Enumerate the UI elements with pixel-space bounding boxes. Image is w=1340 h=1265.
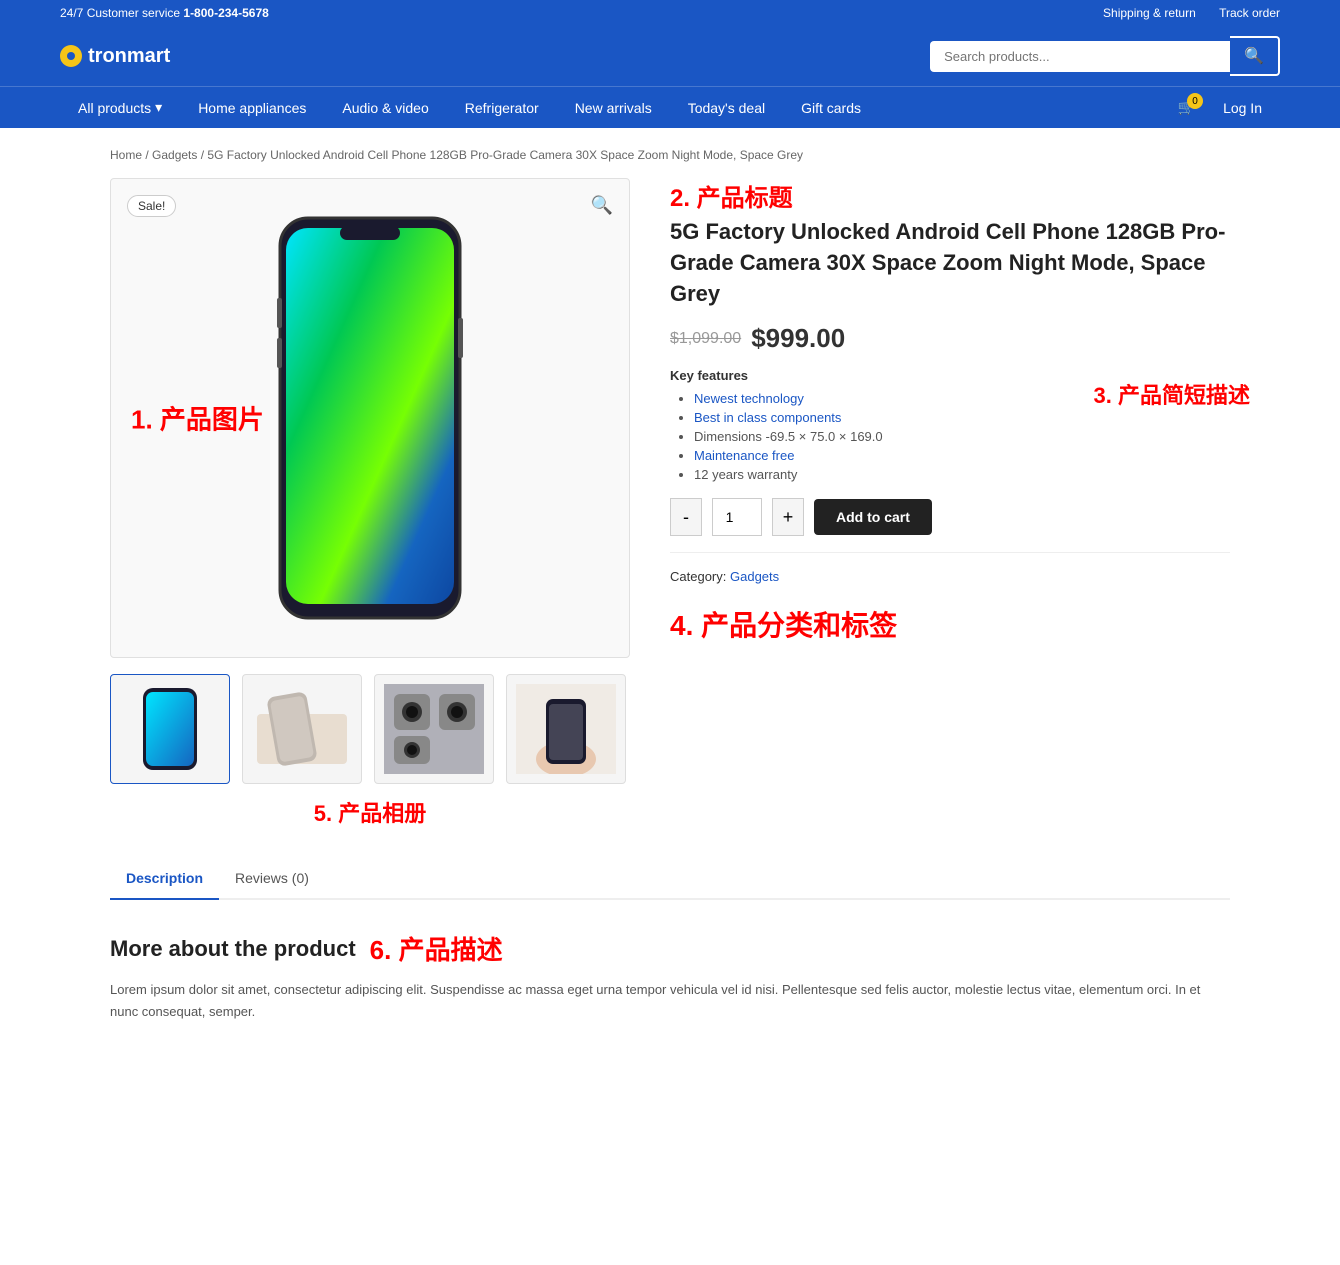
annotation-1: 1. 产品图片 xyxy=(131,400,264,437)
category-link[interactable]: Gadgets xyxy=(730,569,779,584)
feature-item-4: 12 years warranty xyxy=(694,467,1230,482)
nav-item-refrigerator[interactable]: Refrigerator xyxy=(447,88,557,128)
gallery-thumb-3[interactable] xyxy=(374,674,494,784)
cart-row: - + Add to cart xyxy=(670,498,1230,536)
annotation-5: 5. 产品相册 xyxy=(110,796,630,828)
tab-description[interactable]: Description xyxy=(110,858,219,900)
main-image-container: Sale! 🔍 1. 产品图片 xyxy=(110,178,630,658)
logo[interactable]: tronmart xyxy=(60,45,170,68)
header: tronmart 🔍 xyxy=(0,26,1340,86)
main-nav: All products ▾ Home appliances Audio & v… xyxy=(0,86,1340,128)
search-input[interactable] xyxy=(930,41,1230,72)
feature-item-3: Maintenance free xyxy=(694,448,1230,463)
tab-reviews[interactable]: Reviews (0) xyxy=(219,858,325,898)
top-bar: 24/7 Customer service 1-800-234-5678 Shi… xyxy=(0,0,1340,26)
description-section: More about the product 6. 产品描述 Lorem ips… xyxy=(110,920,1230,1053)
product-title: 5G Factory Unlocked Android Cell Phone 1… xyxy=(670,217,1230,309)
product-layout: Sale! 🔍 1. 产品图片 xyxy=(110,178,1230,828)
search-bar: 🔍 xyxy=(930,36,1280,76)
nav-item-audio-video[interactable]: Audio & video xyxy=(324,88,446,128)
chevron-down-icon: ▾ xyxy=(155,99,162,116)
nav-item-all-products[interactable]: All products ▾ xyxy=(60,87,180,128)
main-content: Home / Gadgets / 5G Factory Unlocked And… xyxy=(70,128,1270,1073)
product-images: Sale! 🔍 1. 产品图片 xyxy=(110,178,630,828)
shipping-return-link[interactable]: Shipping & return xyxy=(1103,6,1196,20)
new-price: $999.00 xyxy=(751,323,845,354)
tabs-row: Description Reviews (0) xyxy=(110,858,1230,900)
quantity-increase-button[interactable]: + xyxy=(772,498,804,536)
product-gallery xyxy=(110,674,630,784)
breadcrumb-home[interactable]: Home xyxy=(110,148,142,162)
cart-badge: 0 xyxy=(1187,93,1203,109)
search-button[interactable]: 🔍 xyxy=(1230,36,1280,76)
product-info: 2. 产品标题 5G Factory Unlocked Android Cell… xyxy=(670,178,1230,644)
nav-item-home-appliances[interactable]: Home appliances xyxy=(180,88,324,128)
description-title: More about the product 6. 产品描述 xyxy=(110,930,1230,967)
product-main-image xyxy=(260,208,480,628)
sale-badge: Sale! xyxy=(127,195,176,217)
annotation-4: 4. 产品分类和标签 xyxy=(670,604,1230,644)
gallery-thumb-1[interactable] xyxy=(110,674,230,784)
price-wrap: $1,099.00 $999.00 xyxy=(670,323,1230,354)
gallery-thumb-2[interactable] xyxy=(242,674,362,784)
breadcrumb: Home / Gadgets / 5G Factory Unlocked And… xyxy=(110,148,1230,162)
top-links: Shipping & return Track order xyxy=(1083,6,1280,20)
nav-item-todays-deal[interactable]: Today's deal xyxy=(670,88,783,128)
old-price: $1,099.00 xyxy=(670,330,741,348)
login-button[interactable]: Log In xyxy=(1205,88,1280,128)
feature-item-1: Best in class components xyxy=(694,410,1230,425)
breadcrumb-gadgets[interactable]: Gadgets xyxy=(152,148,197,162)
feature-item-2: Dimensions -69.5 × 75.0 × 169.0 xyxy=(694,429,1230,444)
logo-text: tronmart xyxy=(88,45,170,68)
add-to-cart-button[interactable]: Add to cart xyxy=(814,499,932,535)
zoom-icon[interactable]: 🔍 xyxy=(591,195,613,216)
description-text: Lorem ipsum dolor sit amet, consectetur … xyxy=(110,979,1230,1023)
annotation-3: 3. 产品简短描述 xyxy=(1094,378,1250,410)
quantity-decrease-button[interactable]: - xyxy=(670,498,702,536)
nav-item-new-arrivals[interactable]: New arrivals xyxy=(557,88,670,128)
logo-icon xyxy=(60,45,82,67)
customer-service: 24/7 Customer service 1-800-234-5678 xyxy=(60,6,269,20)
cart-icon[interactable]: 🛒 0 xyxy=(1168,87,1205,128)
gallery-thumb-4[interactable] xyxy=(506,674,626,784)
annotation-2: 2. 产品标题 xyxy=(670,178,1230,213)
quantity-input[interactable] xyxy=(712,498,762,536)
annotation-6: 6. 产品描述 xyxy=(370,930,503,967)
category-row: Category: Gadgets xyxy=(670,569,1230,584)
nav-item-gift-cards[interactable]: Gift cards xyxy=(783,88,879,128)
track-order-link[interactable]: Track order xyxy=(1219,6,1280,20)
breadcrumb-current: 5G Factory Unlocked Android Cell Phone 1… xyxy=(207,148,803,162)
